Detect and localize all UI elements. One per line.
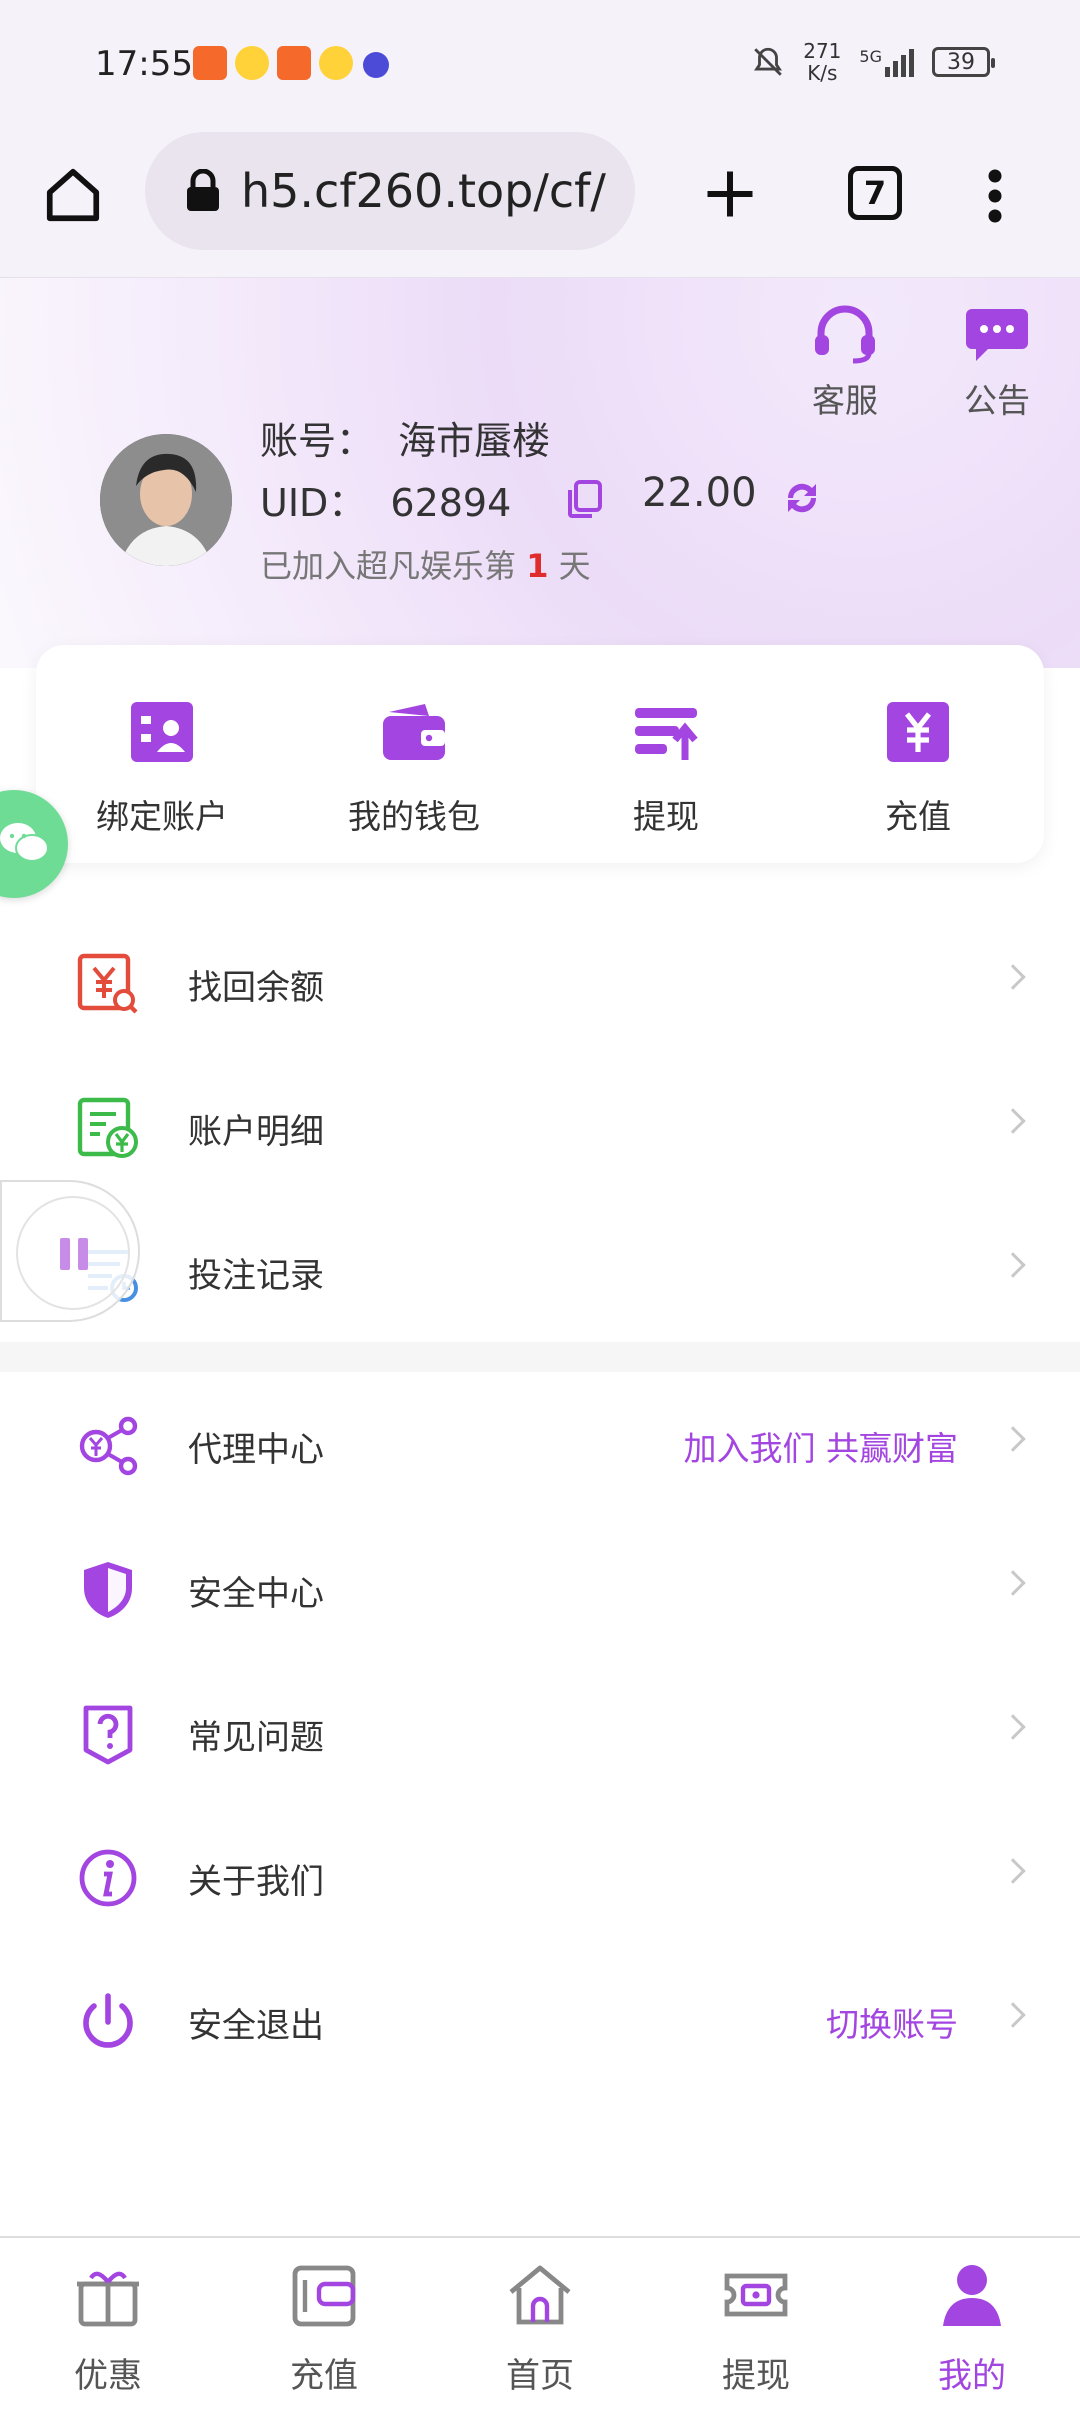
chevron-right-icon: [1000, 964, 1026, 990]
quick-actions-card: 绑定账户 我的钱包 提现 充值: [36, 645, 1044, 863]
tab-switcher-button[interactable]: 7: [848, 166, 902, 220]
recharge-icon: [887, 702, 949, 762]
notification-icon: [319, 46, 353, 80]
chevron-right-icon: [1000, 1108, 1026, 1134]
menu-item-security-center[interactable]: 安全中心: [0, 1516, 1080, 1660]
menu-item-agent-center[interactable]: 代理中心 加入我们 共赢财富: [0, 1372, 1080, 1516]
section-divider: [0, 1342, 1080, 1372]
shield-icon: [84, 1562, 132, 1618]
switch-account-link[interactable]: 切换账号: [826, 1998, 958, 2046]
info-icon: [79, 1849, 137, 1907]
chevron-right-icon: [1000, 1858, 1026, 1884]
menu-item-recover-balance[interactable]: 找回余额: [0, 910, 1080, 1054]
url-text: h5.cf260.top/cf/: [241, 164, 606, 218]
nav-item-home[interactable]: 首页: [432, 2260, 648, 2397]
account-line: 账号： 海市蜃楼: [260, 419, 551, 463]
lock-icon: [187, 169, 219, 211]
menu-item-logout[interactable]: 安全退出 切换账号: [0, 1948, 1080, 2092]
wallet-button[interactable]: 我的钱包: [314, 700, 514, 838]
chevron-right-icon: [1000, 1426, 1026, 1452]
home-icon[interactable]: [42, 164, 104, 226]
signal-icon: 5G: [859, 47, 914, 77]
network-speed: 271 K/s: [803, 39, 842, 85]
browser-toolbar: h5.cf260.top/cf/ 7: [0, 130, 1080, 278]
notification-icon: [363, 52, 389, 78]
withdraw-icon: [635, 708, 698, 760]
nav-item-promotions[interactable]: 优惠: [0, 2260, 216, 2397]
chevron-right-icon: [1000, 1570, 1026, 1596]
refresh-icon[interactable]: [780, 478, 824, 518]
gift-icon: [77, 2271, 139, 2327]
notification-icon: [235, 46, 269, 80]
message-icon: [966, 309, 1028, 361]
address-bar[interactable]: h5.cf260.top/cf/: [145, 132, 635, 250]
uid-value: 62894: [390, 481, 512, 525]
floating-pause-button[interactable]: [0, 1180, 140, 1322]
battery-icon: 39: [932, 47, 995, 77]
notification-icon: [193, 46, 227, 80]
avatar[interactable]: [100, 434, 232, 566]
wallet-icon: [383, 704, 445, 760]
power-icon: [83, 1993, 133, 2048]
bind-account-icon: [131, 702, 193, 762]
copy-icon[interactable]: [568, 480, 602, 518]
recover-balance-icon: [77, 953, 138, 1014]
menu-item-account-detail[interactable]: 账户明细: [0, 1054, 1080, 1198]
nav-item-recharge[interactable]: 充值: [216, 2260, 432, 2397]
bottom-nav: 优惠 充值 首页 提现 我的: [0, 2236, 1080, 2412]
recharge-button[interactable]: 充值: [818, 700, 1018, 838]
chevron-right-icon: [1000, 1252, 1026, 1278]
nav-item-withdraw[interactable]: 提现: [648, 2260, 864, 2397]
status-bar: 17:55 271 K/s 5G 39: [0, 0, 1080, 130]
ticket-icon: [724, 2273, 788, 2317]
chevron-right-icon: [1000, 2002, 1026, 2028]
recharge-card-icon: [292, 2265, 356, 2327]
account-name: 海市蜃楼: [398, 419, 551, 463]
headset-icon: [815, 305, 875, 364]
joined-days-count: 1: [526, 547, 549, 585]
account-detail-icon: [77, 1097, 138, 1158]
home-icon: [509, 2265, 571, 2325]
menu-item-bet-record[interactable]: 投注记录: [0, 1198, 1080, 1342]
customer-service-button[interactable]: 客服: [800, 304, 890, 422]
bind-account-button[interactable]: 绑定账户: [62, 700, 262, 838]
more-menu-icon[interactable]: [980, 166, 1010, 226]
menu-item-faq[interactable]: 常见问题: [0, 1660, 1080, 1804]
profile-header: 客服 公告 账号： 海市蜃楼 UID： 62894 22.00 已加入超凡娱乐第…: [0, 278, 1080, 668]
pause-icon: [60, 1238, 88, 1270]
status-time: 17:55: [95, 44, 193, 84]
user-icon: [943, 2265, 1001, 2326]
balance-value: 22.00: [642, 470, 757, 516]
question-icon: [83, 1705, 133, 1765]
uid-line: UID： 62894: [260, 481, 512, 525]
agent-promo-text: 加入我们 共赢财富: [683, 1429, 959, 1468]
withdraw-button[interactable]: 提现: [566, 700, 766, 838]
notice-button[interactable]: 公告: [952, 304, 1042, 422]
chevron-right-icon: [1000, 1714, 1026, 1740]
menu-item-about-us[interactable]: 关于我们: [0, 1804, 1080, 1948]
wechat-icon: [0, 823, 49, 862]
agent-center-icon: [79, 1416, 138, 1476]
mute-bell-icon: [754, 47, 783, 76]
nav-item-mine[interactable]: 我的: [864, 2260, 1080, 2397]
joined-days-text: 已加入超凡娱乐第 1 天: [260, 547, 591, 585]
notification-icon: [277, 46, 311, 80]
new-tab-icon[interactable]: [700, 164, 760, 224]
